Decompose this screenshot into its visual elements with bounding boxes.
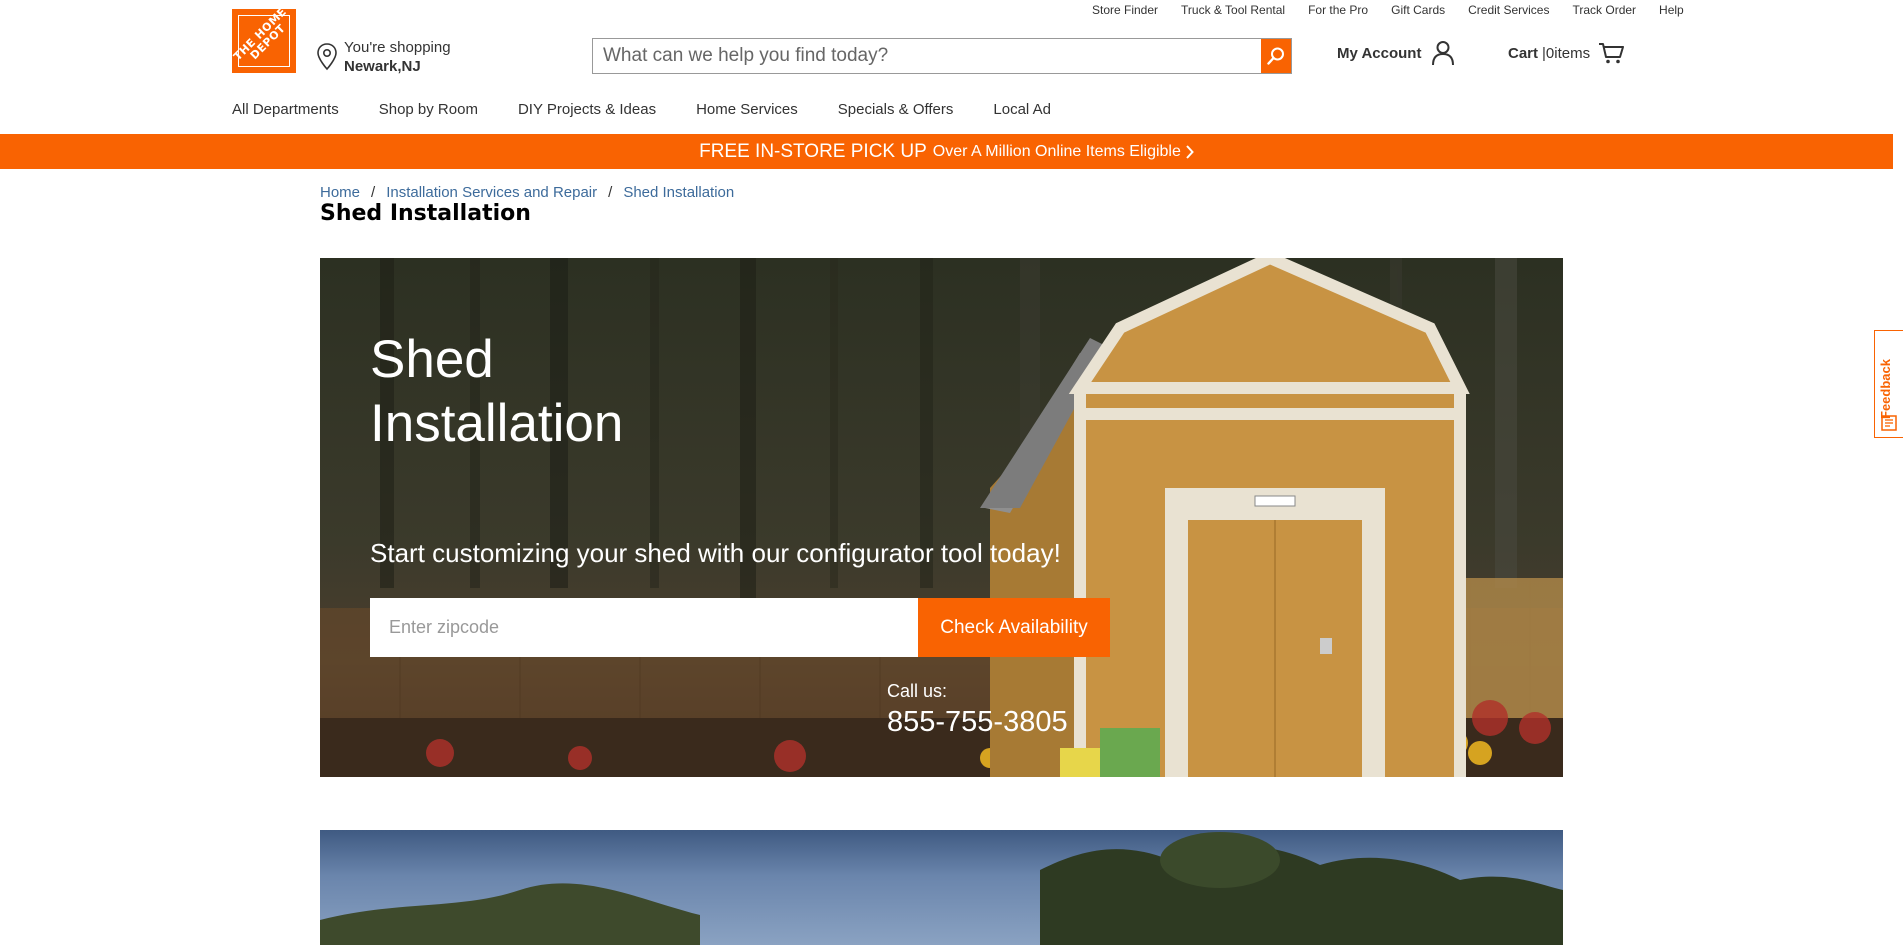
- cart-label: Cart: [1508, 44, 1539, 62]
- breadcrumb-shed-installation[interactable]: Shed Installation: [623, 184, 734, 201]
- nav-diy-projects[interactable]: DIY Projects & Ideas: [518, 100, 656, 120]
- util-link-for-the-pro[interactable]: For the Pro: [1308, 3, 1368, 17]
- feedback-icon: [1881, 415, 1897, 431]
- sky-trees-image: [320, 832, 1563, 945]
- promo-sub-text: Over A Million Online Items Eligible: [932, 142, 1181, 160]
- account-label: My Account: [1337, 44, 1422, 62]
- breadcrumb-separator: /: [371, 184, 376, 201]
- nav-specials-offers[interactable]: Specials & Offers: [838, 100, 954, 120]
- util-link-store-finder[interactable]: Store Finder: [1092, 3, 1158, 17]
- secondary-hero-image: [320, 830, 1563, 945]
- user-icon: [1432, 41, 1455, 66]
- location-pin-icon: [317, 43, 337, 71]
- util-link-truck-tool-rental[interactable]: Truck & Tool Rental: [1181, 3, 1285, 17]
- nav-local-ad[interactable]: Local Ad: [993, 100, 1051, 120]
- home-depot-logo[interactable]: THE HOME DEPOT: [232, 9, 296, 73]
- location-city: Newark,NJ: [344, 57, 421, 75]
- util-link-gift-cards[interactable]: Gift Cards: [1391, 3, 1445, 17]
- check-availability-button[interactable]: Check Availability: [918, 598, 1110, 657]
- nav-shop-by-room[interactable]: Shop by Room: [379, 100, 478, 120]
- cart-count: |0items: [1542, 44, 1591, 62]
- hero-banner: Shed Installation Start customizing your…: [320, 258, 1563, 777]
- nav-home-services[interactable]: Home Services: [696, 100, 798, 120]
- util-link-track-order[interactable]: Track Order: [1572, 3, 1636, 17]
- promo-banner[interactable]: FREE IN-STORE PICK UP Over A Million Onl…: [0, 134, 1893, 169]
- hero-subtitle: Start customizing your shed with our con…: [370, 538, 1061, 568]
- zipcode-form: Check Availability: [370, 598, 1110, 657]
- util-link-help[interactable]: Help: [1659, 3, 1684, 17]
- breadcrumb: Home / Installation Services and Repair …: [320, 184, 734, 201]
- hero-title-line2: Installation: [370, 394, 624, 453]
- chevron-right-icon: [1186, 144, 1194, 159]
- hero-title: Shed Installation: [370, 328, 623, 456]
- call-us-label: Call us:: [887, 681, 948, 701]
- feedback-label: Feedback: [1878, 359, 1893, 419]
- main-nav: All Departments Shop by Room DIY Project…: [232, 100, 1091, 120]
- store-location[interactable]: You're shopping Newark,NJ: [316, 38, 451, 76]
- breadcrumb-separator: /: [608, 184, 613, 201]
- hero-title-line1: Shed: [370, 330, 494, 389]
- zipcode-input[interactable]: [370, 598, 918, 657]
- site-header: THE HOME DEPOT You're shopping Newark,NJ…: [0, 0, 1903, 134]
- nav-all-departments[interactable]: All Departments: [232, 100, 339, 120]
- search-bar: [592, 38, 1292, 74]
- cart-icon: [1599, 43, 1625, 64]
- search-icon: [1267, 47, 1284, 65]
- search-input[interactable]: [593, 39, 1261, 73]
- cart-link[interactable]: Cart |0items: [1508, 42, 1625, 64]
- promo-main-text: FREE IN-STORE PICK UP: [699, 140, 927, 162]
- my-account-link[interactable]: My Account: [1337, 40, 1455, 66]
- location-prefix: You're shopping: [344, 38, 451, 56]
- util-link-credit-services[interactable]: Credit Services: [1468, 3, 1549, 17]
- breadcrumb-installation-services[interactable]: Installation Services and Repair: [386, 184, 597, 201]
- utility-links: Store Finder Truck & Tool Rental For the…: [1092, 3, 1707, 17]
- page-title: Shed Installation: [320, 201, 531, 226]
- breadcrumb-home[interactable]: Home: [320, 184, 360, 201]
- feedback-tab[interactable]: Feedback: [1874, 330, 1903, 438]
- phone-number[interactable]: 855-755-3805: [887, 706, 1068, 739]
- search-button[interactable]: [1261, 39, 1291, 73]
